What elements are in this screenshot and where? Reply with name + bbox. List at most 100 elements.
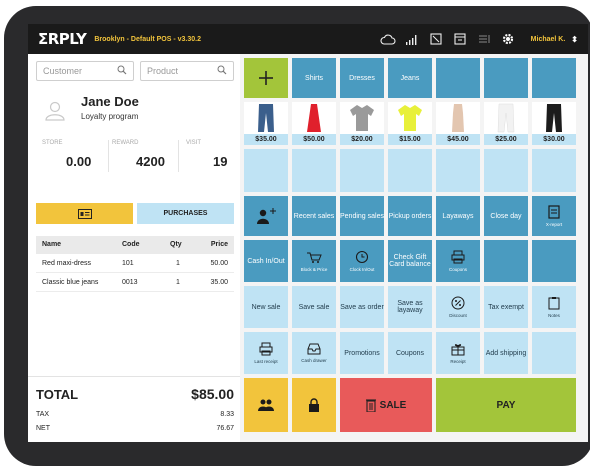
tax-label: TAX [36, 411, 50, 418]
empty-slot-button[interactable] [532, 240, 576, 282]
new-sale-button[interactable]: New sale [244, 286, 288, 328]
empty-slot-button[interactable] [484, 240, 528, 282]
promotions-button[interactable]: Promotions [340, 332, 384, 374]
last-receipt-label: Last receipt [254, 359, 278, 364]
save-as-layaway-button[interactable]: Save as layaway [388, 286, 432, 328]
empty-slot-button[interactable] [484, 149, 528, 192]
x-report-label: X-report [545, 222, 563, 227]
product-price: $50.00 [292, 134, 336, 145]
receipt-label: Receipt [450, 359, 466, 364]
sale-button[interactable]: SALE [340, 378, 432, 432]
x-report-button[interactable]: X-report [532, 196, 576, 236]
empty-slot-button[interactable] [388, 149, 432, 192]
chevron-updown-icon: ⬍ [571, 34, 578, 44]
report-icon [548, 205, 560, 219]
row-name: Classic blue jeans [42, 279, 99, 286]
add-shipping-button[interactable]: Add shipping [484, 332, 528, 374]
signal-icon [400, 30, 424, 48]
product-jeans-tile[interactable]: $35.00 [244, 102, 288, 145]
trash-icon [365, 399, 376, 412]
cash-drawer-button[interactable]: Cash drawer [292, 332, 336, 374]
drawer-icon [307, 343, 321, 355]
empty-slot-button[interactable] [532, 332, 576, 374]
tax-exempt-button[interactable]: Tax exempt [484, 286, 528, 328]
category-shirts-button[interactable]: Shirts [292, 58, 336, 98]
discount-label: Discount [449, 313, 467, 318]
pickup-orders-button[interactable]: Pickup orders [388, 196, 432, 236]
block-price-label: Block & Price [300, 267, 328, 272]
add-product-button[interactable] [244, 58, 288, 98]
search-icon [217, 65, 227, 77]
pending-sales-button[interactable]: Pending sales [340, 196, 384, 236]
save-as-order-button[interactable]: Save as order [340, 286, 384, 328]
product-price: $25.00 [484, 134, 528, 145]
cash-in-out-button[interactable]: Cash In/Out [244, 240, 288, 282]
top-icons [376, 24, 520, 54]
printer-icon [451, 250, 465, 264]
save-sale-button[interactable]: Save sale [292, 286, 336, 328]
customer-card-button[interactable] [36, 203, 133, 224]
lock-button[interactable] [292, 378, 336, 432]
notes-button[interactable]: Notes [532, 286, 576, 328]
row-price: 35.00 [210, 279, 228, 286]
screen-icon[interactable] [424, 30, 448, 48]
users-icon [258, 399, 274, 411]
close-day-button[interactable]: Close day [484, 196, 528, 236]
product-pants-tile[interactable]: $25.00 [484, 102, 528, 145]
product-search-input[interactable]: Product [140, 61, 234, 81]
printer-icon [259, 342, 273, 356]
empty-category-button[interactable] [532, 58, 576, 98]
list-icon[interactable] [472, 30, 496, 48]
row-code: 101 [122, 260, 134, 267]
customer-search-placeholder: Customer [43, 66, 83, 76]
tax-value: 8.33 [220, 411, 234, 418]
customers-button[interactable] [244, 378, 288, 432]
user-menu[interactable]: Michael K. ⬍ [531, 24, 578, 54]
stat-divider [108, 140, 109, 172]
col-price: Price [210, 241, 228, 248]
gift-card-balance-button[interactable]: Check Gift Card balance [388, 240, 432, 282]
block-price-button[interactable]: Block & Price [292, 240, 336, 282]
coupons-button[interactable]: Coupons [388, 332, 432, 374]
left-panel: Customer Product Jane Doe Loyalty progra… [28, 54, 240, 442]
category-dresses-button[interactable]: Dresses [340, 58, 384, 98]
layaways-button[interactable]: Layaways [436, 196, 480, 236]
empty-slot-button[interactable] [532, 149, 576, 192]
last-receipt-button[interactable]: Last receipt [244, 332, 288, 374]
purchases-button[interactable]: PURCHASES [137, 203, 234, 224]
receipt-button[interactable]: Receipt [436, 332, 480, 374]
col-qty: Qty [170, 241, 182, 248]
product-black-pants-tile[interactable]: $30.00 [532, 102, 576, 145]
gear-icon[interactable] [496, 30, 520, 48]
top-image [436, 102, 480, 134]
row-code: 0013 [122, 279, 138, 286]
empty-slot-button[interactable] [292, 149, 336, 192]
shirt-image [340, 102, 384, 134]
reward-label: REWARD [112, 140, 139, 146]
search-icon [117, 65, 127, 77]
coupons-print-button[interactable]: Coupons [436, 240, 480, 282]
empty-slot-button[interactable] [340, 149, 384, 192]
recent-sales-button[interactable]: Recent sales [292, 196, 336, 236]
table-row[interactable]: Classic blue jeans 0013 1 35.00 [36, 274, 234, 292]
add-customer-button[interactable] [244, 196, 288, 236]
customer-program: Loyalty program [81, 112, 139, 121]
pay-button[interactable]: PAY [436, 378, 576, 432]
cloud-icon[interactable] [376, 30, 400, 48]
empty-slot-button[interactable] [436, 149, 480, 192]
reward-value: 4200 [136, 154, 165, 169]
net-value: 76.67 [216, 425, 234, 432]
empty-category-button[interactable] [484, 58, 528, 98]
clock-in-out-button[interactable]: Clock In/Out [340, 240, 384, 282]
product-top-tile[interactable]: $45.00 [436, 102, 480, 145]
table-row[interactable]: Red maxi-dress 101 1 50.00 [36, 255, 234, 273]
empty-category-button[interactable] [436, 58, 480, 98]
empty-slot-button[interactable] [244, 149, 288, 192]
category-jeans-button[interactable]: Jeans [388, 58, 432, 98]
product-dress-tile[interactable]: $50.00 [292, 102, 336, 145]
printer-icon[interactable] [448, 30, 472, 48]
product-tshirt-tile[interactable]: $15.00 [388, 102, 432, 145]
customer-search-input[interactable]: Customer [36, 61, 134, 81]
discount-button[interactable]: Discount [436, 286, 480, 328]
product-shirt-tile[interactable]: $20.00 [340, 102, 384, 145]
